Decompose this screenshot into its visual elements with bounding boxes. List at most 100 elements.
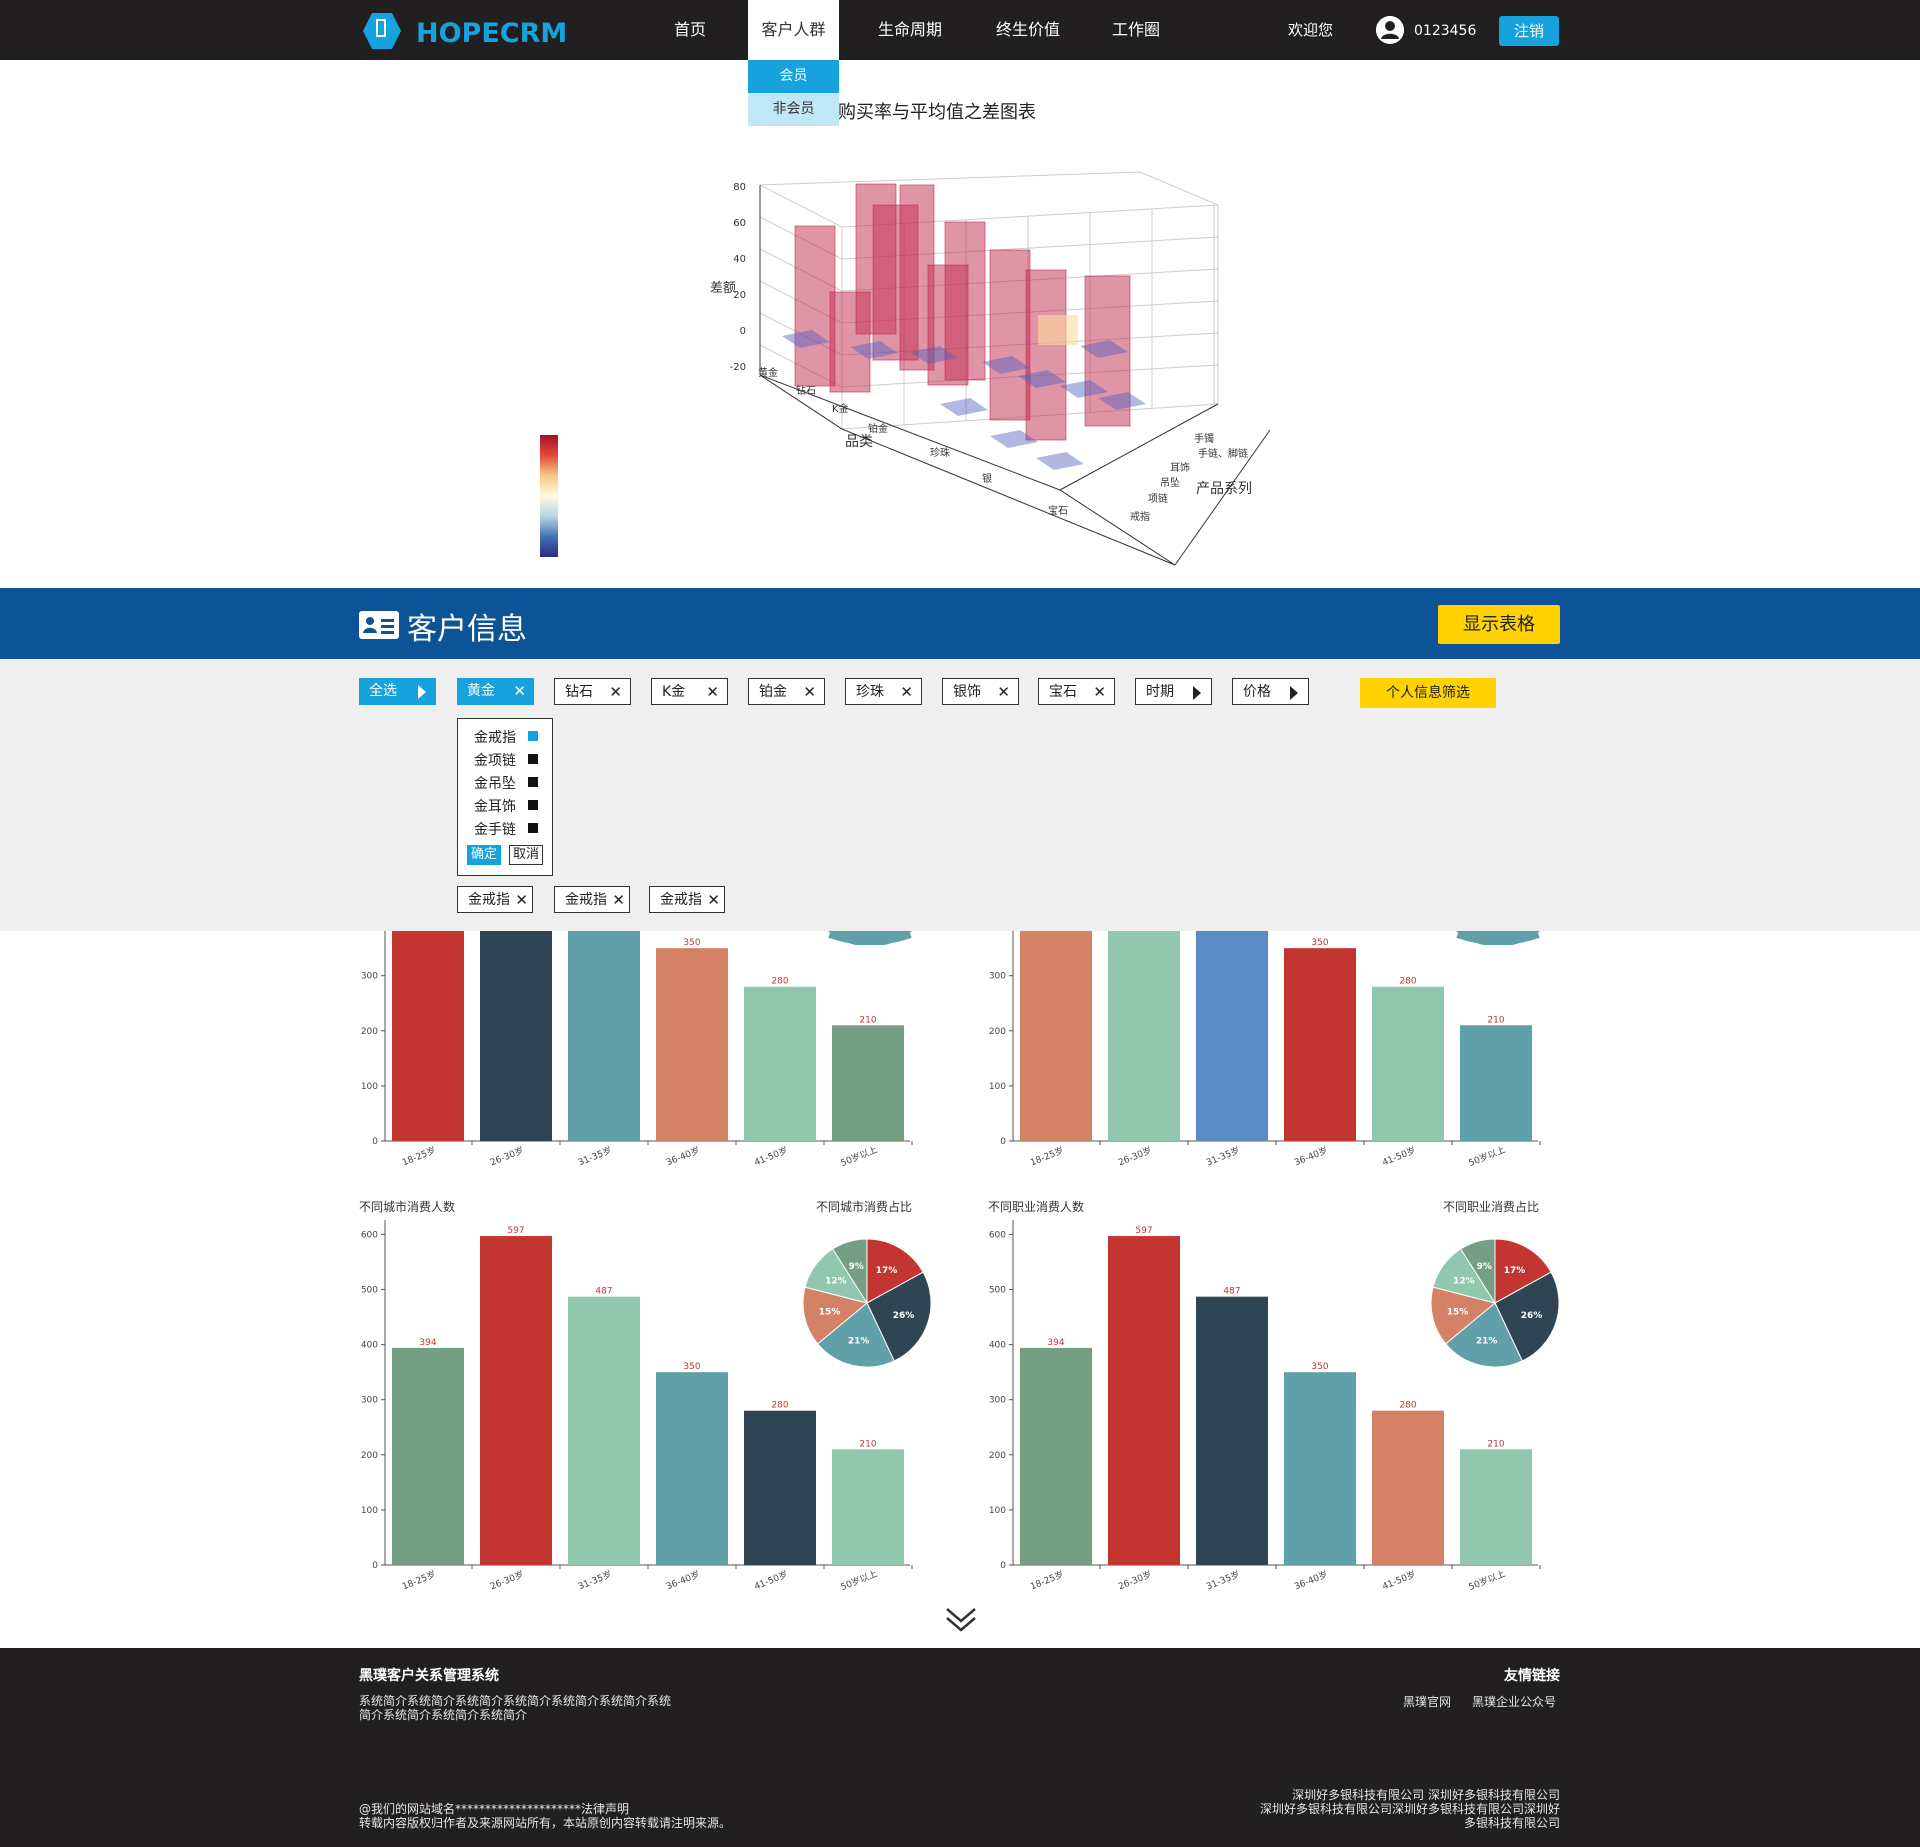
close-icon[interactable]: ✕ [997,679,1010,706]
checkbox-gold-earring[interactable] [528,800,538,810]
bar-value-label: 210 [859,1015,876,1025]
scroll-down-icon[interactable] [944,1604,978,1634]
dropdown-non-member[interactable]: 非会员 [748,93,839,126]
y-tick-label: 300 [361,1396,378,1406]
filter-price[interactable]: 价格 [1232,678,1309,705]
filter-period-label: 时期 [1146,684,1174,700]
bar[interactable] [1460,1025,1532,1141]
nav-lifetime-value[interactable]: 终生价值 [988,0,1068,60]
z-tick-label: 60 [733,218,746,229]
job-pie-chart[interactable]: 17% 26% 21% 15% 12%9% [1428,1236,1562,1370]
cancel-button[interactable]: 取消 [509,845,543,865]
bar[interactable] [656,1372,728,1565]
selected-chip[interactable]: 金戒指 ✕ [554,886,630,913]
close-icon[interactable]: ✕ [609,679,622,706]
chart3d-plot[interactable]: 806040200-20差额黄金钻石K金铂金珍珠银宝石品类 手镯手链、脚链耳饰吊坠… [520,140,1280,580]
bar[interactable] [1196,931,1268,1141]
bar[interactable] [1284,1372,1356,1565]
bar[interactable] [568,931,640,1141]
bar[interactable] [392,931,464,1141]
user-avatar-icon[interactable] [1376,16,1404,44]
checkbox-gold-necklace[interactable] [528,754,538,764]
filter-chip-gold[interactable]: 黄金 ✕ [457,678,534,705]
checkbox-gold-bracelet[interactable] [528,823,538,833]
filter-period[interactable]: 时期 [1135,678,1212,705]
close-icon[interactable]: ✕ [803,679,816,706]
tile3d[interactable] [1036,452,1084,470]
filter-chip-k-gold[interactable]: K金 ✕ [651,678,728,705]
selected-chip[interactable]: 金戒指 ✕ [457,886,533,913]
bar3d[interactable] [794,225,836,387]
bar[interactable] [656,948,728,1141]
close-icon[interactable]: ✕ [612,887,625,914]
bar[interactable] [744,986,816,1141]
age-bar-chart-left[interactable]: 0 100 200 300 18-25岁 26-30岁 31-35岁 350 36-40岁 280… [350,931,920,1172]
pie-slice-label: 17% [1504,1266,1526,1276]
footer-link-wechat[interactable]: 黑璞企业公众号 [1472,1693,1556,1710]
pie-slice-label: 17% [876,1266,898,1276]
show-table-button[interactable]: 显示表格 [1438,605,1560,644]
footer-link-official[interactable]: 黑璞官网 [1403,1693,1451,1710]
select-all-button[interactable]: 全选 [359,678,436,705]
bar[interactable] [480,931,552,1141]
filter-chip-gemstone[interactable]: 宝石 ✕ [1038,678,1115,705]
close-icon[interactable]: ✕ [515,887,528,914]
bar-value-label: 280 [771,977,788,987]
city-pie-chart[interactable]: 17% 26% 21% 15% 12%9% [800,1236,934,1370]
age-bar-chart-right[interactable]: 0 100 200 300 18-25岁 26-30岁 31-35岁 350 36-40岁 280… [978,931,1548,1172]
bar3d[interactable] [1038,315,1078,345]
filter-chip-pearl[interactable]: 珍珠 ✕ [845,678,922,705]
option-gold-pendant[interactable]: 金吊坠 [474,773,516,793]
checkbox-gold-pendant[interactable] [528,777,538,787]
selected-chip[interactable]: 金戒指 ✕ [649,886,725,913]
bar[interactable] [832,1025,904,1141]
bar[interactable] [1020,931,1092,1141]
option-gold-earring[interactable]: 金耳饰 [474,796,516,816]
tile3d[interactable] [940,398,988,416]
x-tick-label: 41-50岁 [752,1568,789,1592]
option-gold-ring[interactable]: 金戒指 [474,727,516,747]
x-tick-label: 银 [982,472,992,485]
bar[interactable] [1196,1296,1268,1565]
personal-info-filter-button[interactable]: 个人信息筛选 [1360,678,1496,708]
nav-lifecycle[interactable]: 生命周期 [870,0,950,60]
bar-value-label: 394 [419,1338,436,1348]
bar[interactable] [1284,948,1356,1141]
nav-home[interactable]: 首页 [660,0,720,60]
bar[interactable] [392,1347,464,1565]
bar[interactable] [1108,931,1180,1141]
logout-button[interactable]: 注销 [1499,16,1559,46]
bar[interactable] [744,1410,816,1565]
close-icon[interactable]: ✕ [900,679,913,706]
bar3d[interactable] [1025,269,1067,441]
filter-chip-platinum[interactable]: 铂金 ✕ [748,678,825,705]
bar[interactable] [1020,1347,1092,1565]
dropdown-member[interactable]: 会员 [748,60,839,93]
close-icon[interactable]: ✕ [1093,679,1106,706]
bar[interactable] [1108,1236,1180,1565]
y-tick-label: 200 [361,1451,378,1461]
filter-chip-silver[interactable]: 银饰 ✕ [942,678,1019,705]
nav-customer-groups[interactable]: 客户人群 [748,0,839,60]
bar[interactable] [1460,1449,1532,1565]
bar[interactable] [1372,1410,1444,1565]
nav-work-circle[interactable]: 工作圈 [1104,0,1168,60]
option-gold-bracelet[interactable]: 金手链 [474,819,516,839]
option-gold-necklace[interactable]: 金项链 [474,750,516,770]
bar3d[interactable] [989,249,1031,421]
z-axis-label: 差额 [710,281,736,296]
confirm-button[interactable]: 确定 [467,845,501,865]
close-icon[interactable]: ✕ [513,678,526,705]
x-tick-label: 36-40岁 [664,1144,701,1168]
close-icon[interactable]: ✕ [706,679,719,706]
bar[interactable] [1372,986,1444,1141]
y-tick-label: 手链、脚链 [1198,447,1248,460]
filter-chip-diamond[interactable]: 钻石 ✕ [554,678,631,705]
close-icon[interactable]: ✕ [707,887,720,914]
bar3d[interactable] [829,291,871,393]
checkbox-gold-ring[interactable] [528,731,538,741]
bar[interactable] [568,1296,640,1565]
bar[interactable] [480,1236,552,1565]
bar[interactable] [832,1449,904,1565]
hopecrm-logo[interactable]: HOPECRM [359,8,599,54]
